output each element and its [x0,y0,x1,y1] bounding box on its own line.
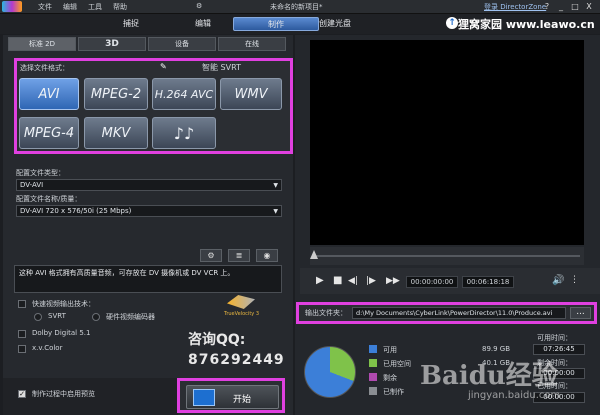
settings-gear-icon[interactable]: ⚙ [196,2,202,10]
mode-tab-create-disc[interactable]: 创建光盘 [292,17,378,31]
minimize-button[interactable]: _ [555,1,567,12]
output-path-field[interactable]: d:\My Documents\CyberLink\PowerDirector\… [352,307,566,319]
format-mpeg2-button[interactable]: MPEG-2 [84,78,148,110]
tab-device[interactable]: 设备 [148,37,216,51]
player-controls: ▶ ■ ◀| |▶ ▶▶ 00:00:00:00 00:06:18:18 🔊 ⋮ [300,268,600,294]
tab-online[interactable]: 在线 [218,37,286,51]
legend-remaining-swatch [369,373,377,381]
svrt-radio-label: SVRT [48,312,66,320]
seek-bar[interactable] [310,247,584,265]
project-title: 未命名的新项目* [270,3,323,11]
start-button[interactable]: 开始 [186,385,279,409]
total-time: 00:06:18:18 [462,276,514,288]
next-frame-icon[interactable]: |▶ [366,276,376,286]
legend-available-swatch [369,345,377,353]
format-mpeg4-button[interactable]: MPEG-4 [19,117,79,149]
hw-encoder-label: 硬件视频编码器 [106,313,155,321]
fast-output-checkbox[interactable] [18,300,26,308]
options-icon[interactable]: ⋮ [570,275,579,285]
svrt-icon: ✎ [160,62,167,71]
xvcolor-checkbox[interactable] [18,345,26,353]
format-audio-button[interactable]: ♪♪ [152,117,216,149]
leawo-logo-text: 狸窝家园 www.leawo.cn [458,18,595,31]
profile-name-value: DV-AVI 720 x 576/50i (25 Mbps) [20,207,132,215]
tab-standard-2d[interactable]: 标准 2D [8,37,76,51]
dolby-checkbox[interactable] [18,330,26,338]
app-logo-icon [2,1,22,12]
tab-3d[interactable]: 3D [78,37,146,51]
profile-name-label: 配置文件名称/质量： [16,195,82,203]
eye-icon[interactable]: ◉ [256,249,278,262]
hw-encoder-radio[interactable] [92,313,100,321]
leawo-logo-icon: ↑ [446,17,458,29]
login-link[interactable]: 登录 DirectorZone [484,2,546,12]
browse-button[interactable]: ... [570,307,591,319]
disk-usage-pie [304,346,356,398]
output-folder-label: 输出文件夹： [305,309,347,317]
baidu-watermark: Baidu经验 [420,361,558,391]
fast-forward-icon[interactable]: ▶▶ [386,276,400,286]
profile-type-value: DV-AVI [20,181,44,189]
legend-remaining-label: 剩余 [383,374,397,382]
profile-type-label: 配置文件类型： [16,169,65,177]
legend-used-swatch [369,359,377,367]
format-label: 选择文件格式： [20,64,69,72]
video-preview [310,40,584,245]
clapperboard-icon [193,389,215,406]
svrt-radio[interactable] [34,313,42,321]
qq-label: 咨询QQ: [188,332,246,348]
format-description: 这种 AVI 格式拥有高质量音频，可存放在 DV 摄像机或 DV VCR 上。 [14,265,282,293]
truevelocity-label: TrueVelocity 3 [224,311,260,317]
maximize-button[interactable]: □ [569,1,581,12]
stop-icon[interactable]: ■ [333,275,342,286]
legend-available-label: 可用 [383,346,397,354]
menu-tools[interactable]: 工具 [88,2,102,12]
seek-handle[interactable] [310,250,318,259]
legend-used-label: 已用空间 [383,360,411,368]
start-label: 开始 [233,395,252,405]
format-mkv-button[interactable]: MKV [84,117,148,149]
fast-output-label: 快速视频输出技术： [32,300,95,308]
dolby-label: Dolby Digital 5.1 [32,329,91,337]
format-h264-button[interactable]: H.264 AVC [152,78,216,110]
chevron-down-icon: ▼ [273,208,278,215]
volume-icon[interactable]: 🔊 [552,275,564,286]
baidu-watermark-url: jingyan.baidu.com [468,390,561,401]
format-wmv-button[interactable]: WMV [220,78,282,110]
title-bar: 文件 编辑 工具 帮助 ⚙ 未命名的新项目* 登录 DirectorZone ?… [0,0,600,14]
menu-edit[interactable]: 编辑 [63,2,77,12]
format-avi-button[interactable]: AVI [19,78,79,110]
menu-help[interactable]: 帮助 [113,2,127,12]
legend-produced-swatch [369,387,377,395]
qq-number: 876292449 [188,352,285,368]
qq-contact: 咨询QQ: 876292449 [188,330,285,370]
help-button[interactable]: ? [541,1,553,12]
play-icon[interactable]: ▶ [316,275,324,286]
profile-type-select[interactable]: DV-AVI ▼ [16,179,282,191]
chevron-down-icon: ▼ [273,182,278,189]
legend-produced-label: 已制作 [383,388,404,396]
legend-available-value: 89.9 GB [482,345,511,353]
enable-preview-label: 制作过程中启用预览 [32,390,95,398]
profile-name-select[interactable]: DV-AVI 720 x 576/50i (25 Mbps) ▼ [16,205,282,217]
gear-icon[interactable]: ⚙ [200,249,222,262]
smart-svrt-label: 智能 SVRT [202,63,241,72]
menu-file[interactable]: 文件 [38,2,52,12]
close-button[interactable]: X [583,1,595,12]
available-time-value: 07:26:45 [533,344,585,355]
current-time: 00:00:00:00 [406,276,458,288]
enable-preview-checkbox[interactable]: ✓ [18,390,26,398]
seek-track [312,255,580,257]
available-time-label: 可用时间： [537,334,572,342]
xvcolor-label: x.v.Color [32,344,63,352]
list-icon[interactable]: ≣ [228,249,250,262]
prev-frame-icon[interactable]: ◀| [348,276,358,286]
